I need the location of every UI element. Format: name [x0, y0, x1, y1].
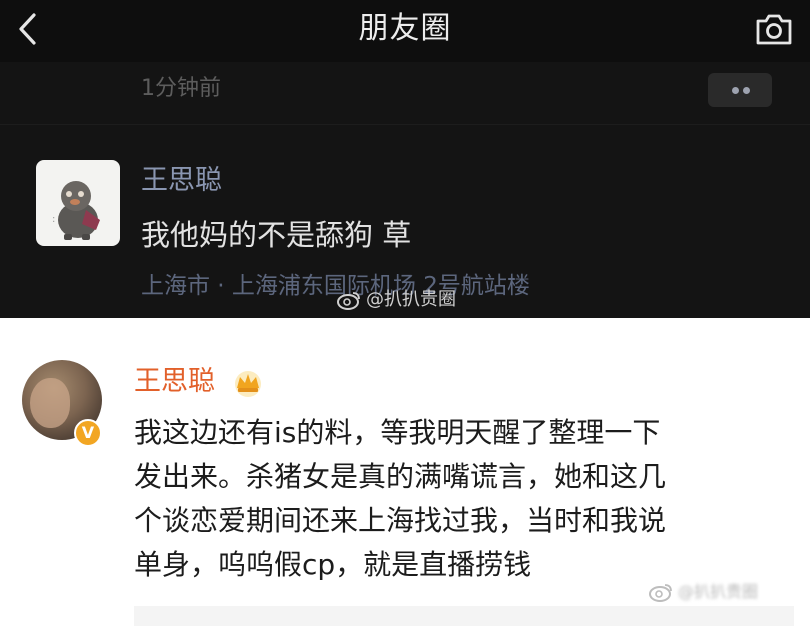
weibo-logo-icon — [337, 292, 360, 310]
avatar[interactable]: : — [36, 160, 120, 246]
page-title: 朋友圈 — [358, 11, 452, 46]
comment-footer — [134, 606, 794, 626]
crown-icon — [235, 371, 261, 397]
cartoon-avatar-icon: : — [52, 181, 100, 240]
svg-text::: : — [52, 214, 55, 225]
avatar-photo — [30, 378, 70, 428]
watermark-text: @扒扒贵圈 — [678, 582, 759, 601]
top-navbar: 朋友圈 — [0, 0, 810, 62]
watermark: @扒扒贵圈 — [648, 581, 758, 603]
moments-panel: 朋友圈 1分钟前 : 王思聪 我他妈的不是舔狗 草 上海市 · 上海浦东国际机场… — [0, 0, 810, 318]
watermark-text: @扒扒贵圈 — [366, 289, 456, 310]
post-text: 我他妈的不是舔狗 草 — [141, 218, 412, 252]
verified-badge: V — [74, 419, 102, 447]
post-timestamp: 1分钟前 — [141, 76, 221, 101]
more-dots-icon — [743, 87, 750, 94]
weibo-comment-panel: V 王思聪 我这边还有is的料，等我明天醒了整理一下 发出来。杀猪女是真的满嘴谎… — [0, 318, 810, 626]
watermark: @扒扒贵圈 — [336, 288, 456, 312]
camera-icon[interactable] — [754, 10, 794, 48]
more-options-button[interactable] — [708, 73, 772, 107]
post-author-name[interactable]: 王思聪 — [141, 164, 222, 198]
comment-author-name[interactable]: 王思聪 — [134, 365, 215, 399]
weibo-logo-icon — [649, 584, 672, 602]
divider — [0, 124, 810, 125]
comment-text: 我这边还有is的料，等我明天醒了整理一下 发出来。杀猪女是真的满嘴谎言，她和这几… — [134, 416, 667, 581]
more-dots-icon — [732, 87, 739, 94]
